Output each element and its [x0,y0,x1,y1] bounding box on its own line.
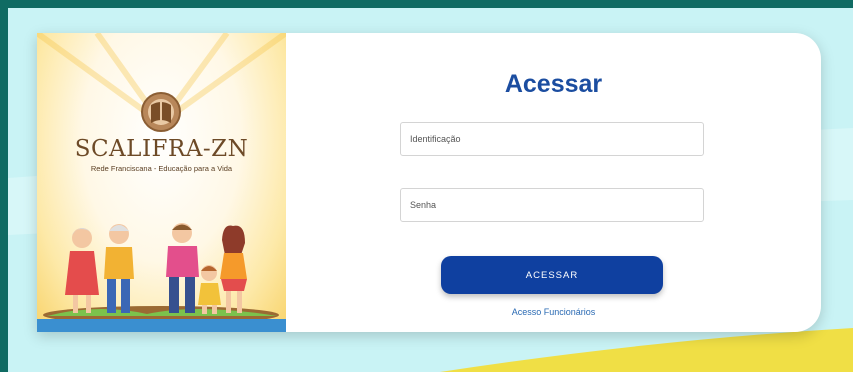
staff-access-link[interactable]: Acesso Funcionários [286,307,821,317]
page-title: Acessar [504,70,603,98]
identification-input[interactable] [400,122,704,156]
family-figure-grandfather [104,224,134,313]
brand-panel: SCALIFRA-ZN Rede Franciscana - Educação … [37,33,286,332]
login-card: SCALIFRA-ZN Rede Franciscana - Educação … [37,33,821,332]
family-figure-mother [220,225,247,313]
submit-button[interactable]: ACESSAR [441,256,663,294]
brand-tagline: Rede Franciscana - Educação para a Vida [90,164,233,173]
password-input[interactable] [400,188,704,222]
brand-illustration [37,33,286,332]
brand-name: SCALIFRA-ZN [74,136,249,162]
family-figure-grandmother [65,228,99,313]
logo-emblem-icon [141,92,181,132]
family-figure-father [166,223,199,313]
login-form: Acessar ACESSAR Acesso Funcionários [286,33,821,332]
